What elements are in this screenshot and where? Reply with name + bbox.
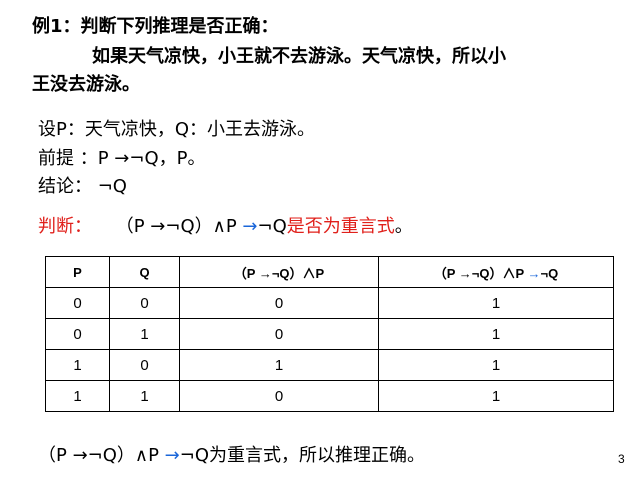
cell-c3: 0 bbox=[179, 287, 379, 319]
example-statement-line1: 如果天气凉快，小王就不去游泳。天气凉快，所以小 bbox=[92, 46, 506, 67]
cell-c4: 1 bbox=[378, 349, 614, 381]
table-row: 1 1 0 1 bbox=[45, 380, 614, 412]
cell-q: 0 bbox=[109, 287, 180, 319]
truth-table: P Q （P →¬Q）∧P （P →¬Q）∧P →¬Q 0 0 0 1 0 1 … bbox=[45, 256, 614, 412]
header-c4-part2: ¬Q bbox=[540, 265, 559, 281]
table-row: 1 0 1 1 bbox=[45, 349, 614, 381]
cell-c4: 1 bbox=[378, 380, 614, 412]
example-title: 例1：判断下列推理是否正确： bbox=[32, 16, 279, 37]
result-text: 为重言式，所以推理正确。 bbox=[209, 445, 426, 466]
cell-q: 0 bbox=[109, 349, 180, 381]
header-c4-part1: （P →¬Q）∧P bbox=[433, 265, 528, 281]
page-number: 3 bbox=[618, 452, 625, 466]
result-formula-part2: ¬Q bbox=[179, 445, 210, 466]
table-row: 0 0 0 1 bbox=[45, 287, 614, 319]
cell-c3: 1 bbox=[179, 349, 379, 381]
judgment-arrow: → bbox=[242, 216, 258, 237]
cell-p: 1 bbox=[45, 349, 110, 381]
cell-p: 0 bbox=[45, 287, 110, 319]
judgment-label: 判断： bbox=[38, 216, 92, 237]
premise-line: 前提 ：P →¬Q，P。 bbox=[38, 148, 206, 169]
truth-table-header-row: P Q （P →¬Q）∧P （P →¬Q）∧P →¬Q bbox=[45, 256, 614, 288]
judgment-line: 判断： （P →¬Q）∧P →¬Q是否为重言式。 bbox=[38, 212, 413, 242]
cell-q: 1 bbox=[109, 380, 180, 412]
cell-c4: 1 bbox=[378, 287, 614, 319]
result-line: （P →¬Q）∧P →¬Q为重言式，所以推理正确。 bbox=[38, 441, 425, 471]
cell-c3: 0 bbox=[179, 318, 379, 350]
conclusion-line: 结论： ¬Q bbox=[38, 176, 127, 197]
table-row: 0 1 0 1 bbox=[45, 318, 614, 350]
judgment-end: 。 bbox=[394, 216, 413, 237]
header-implication-and-p: （P →¬Q）∧P bbox=[179, 256, 379, 288]
proposition-definition: 设P：天气凉快，Q：小王去游泳。 bbox=[38, 119, 316, 140]
header-c4-arrow: → bbox=[527, 265, 541, 281]
header-q: Q bbox=[109, 256, 180, 288]
judgment-formula-part2: ¬Q bbox=[257, 216, 287, 237]
cell-c4: 1 bbox=[378, 318, 614, 350]
header-tautology-formula: （P →¬Q）∧P →¬Q bbox=[378, 256, 614, 288]
judgment-suffix: 是否为重言式 bbox=[286, 216, 395, 237]
header-p: P bbox=[45, 256, 110, 288]
cell-q: 1 bbox=[109, 318, 180, 350]
cell-p: 0 bbox=[45, 318, 110, 350]
result-arrow: → bbox=[164, 445, 180, 466]
cell-c3: 0 bbox=[179, 380, 379, 412]
judgment-formula-part1: （P →¬Q）∧P bbox=[115, 216, 243, 237]
cell-p: 1 bbox=[45, 380, 110, 412]
result-formula-part1: （P →¬Q）∧P bbox=[38, 445, 165, 466]
example-statement-line2: 王没去游泳。 bbox=[32, 74, 140, 95]
